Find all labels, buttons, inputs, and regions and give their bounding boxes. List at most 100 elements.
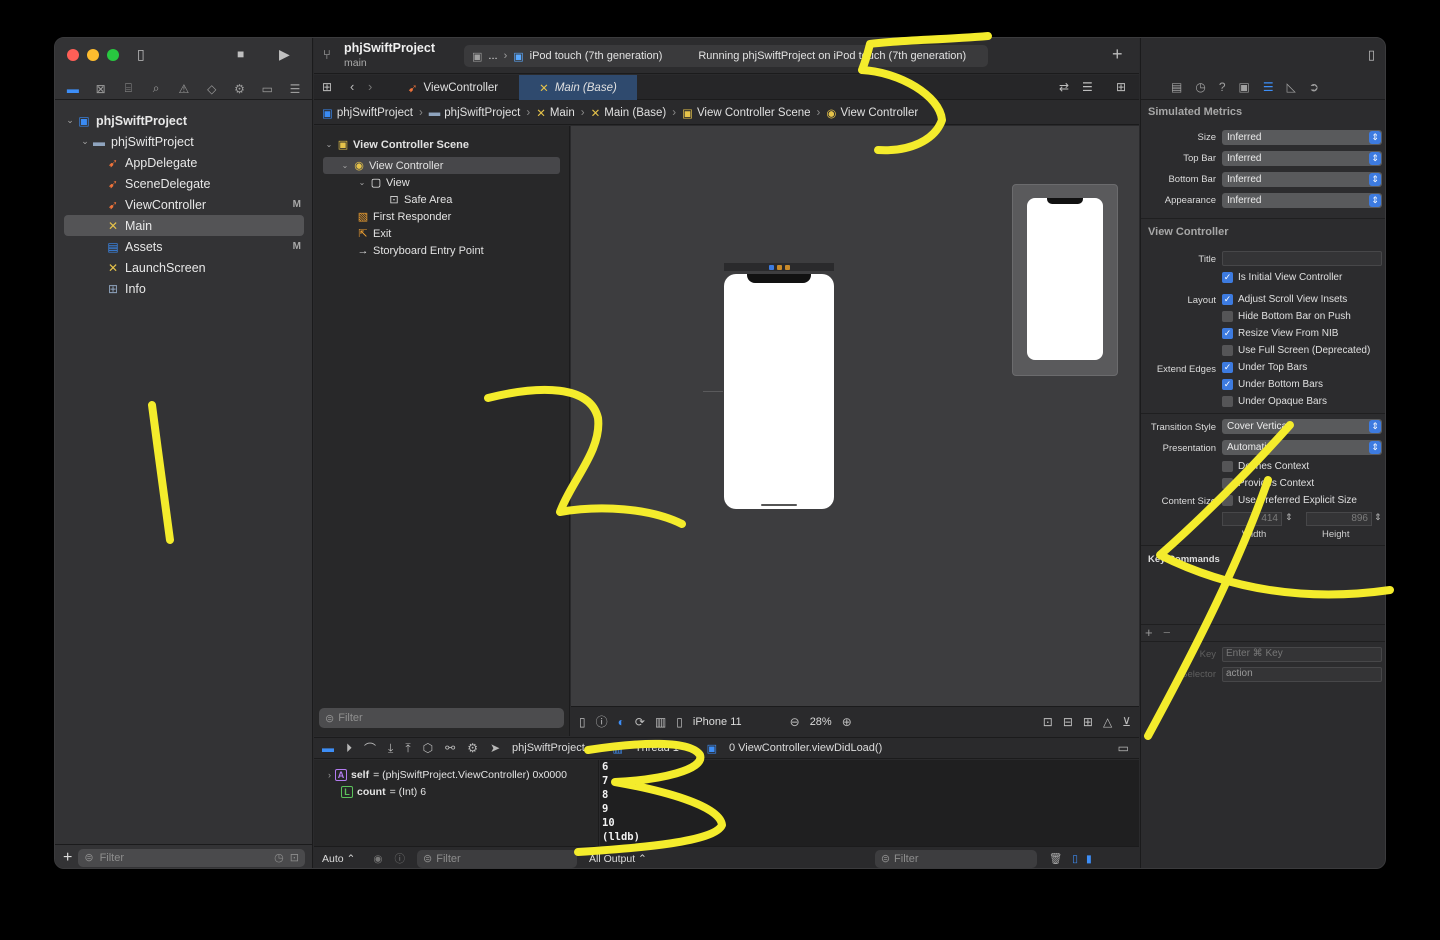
height-field[interactable]: 896 (1306, 512, 1372, 526)
add-constraints-icon[interactable]: ⊞ (1083, 715, 1093, 729)
key-field[interactable]: Enter ⌘ Key (1222, 647, 1382, 662)
connections-inspector-icon[interactable]: ➲ (1309, 80, 1319, 94)
zoom-level[interactable]: 28% (810, 716, 832, 728)
source-control-filter-icon[interactable]: ⊡ (290, 851, 299, 864)
split-icon[interactable]: ▥ (655, 715, 666, 729)
identity-inspector-icon[interactable]: ▣ (1239, 80, 1250, 94)
jump-item[interactable]: phjSwiftProject (444, 107, 520, 119)
view-hierarchy-icon[interactable]: ⬡ (423, 741, 433, 755)
title-field[interactable] (1222, 251, 1382, 266)
extend-edges-checkbox[interactable]: ✓ Under Top Bars (1222, 362, 1307, 373)
appearance-icon[interactable]: ◐ (618, 715, 625, 729)
width-stepper-icon[interactable]: ⇕ (1285, 512, 1293, 523)
related-items-icon[interactable]: ⇄ (1059, 80, 1069, 94)
jump-item[interactable]: phjSwiftProject (337, 107, 413, 119)
step-into-icon[interactable]: ⤓ (388, 741, 393, 756)
storyboard-canvas[interactable] (571, 126, 1139, 706)
eye-icon[interactable]: ◉ (373, 853, 382, 865)
outline-view-controller[interactable]: ⌄ ◉ View Controller (323, 157, 560, 174)
variables-scope-selector[interactable]: Auto ⌃ (322, 853, 355, 865)
symbol-navigator-tab-icon[interactable]: ⌸ (118, 81, 138, 96)
minimize-window-button[interactable] (87, 49, 99, 61)
run-icon[interactable]: ▶ (279, 46, 290, 63)
tree-item-main[interactable]: ✕ Main (64, 215, 304, 236)
test-navigator-tab-icon[interactable]: ◇ (202, 82, 222, 96)
report-navigator-tab-icon[interactable]: ☰ (285, 82, 305, 96)
grid-icon[interactable]: ⊞ (322, 80, 332, 94)
exit-icon[interactable] (784, 264, 790, 270)
extend-edges-checkbox[interactable]: ✓ Under Bottom Bars (1222, 379, 1323, 390)
layout-option-checkbox[interactable]: Use Full Screen (Deprecated) (1222, 345, 1370, 356)
zoom-out-icon[interactable]: ⊖ (790, 715, 800, 729)
align-icon[interactable]: ⊟ (1063, 715, 1073, 729)
add-file-button[interactable]: + (63, 849, 72, 867)
accessibility-icon[interactable]: ⓘ (596, 713, 608, 730)
chevron-down-icon[interactable]: ⌄ (340, 161, 350, 170)
layout-option-checkbox[interactable]: ✓ Adjust Scroll View Insets (1222, 294, 1347, 305)
output-selector[interactable]: All Output ⌃ (589, 853, 647, 865)
location-icon[interactable]: ➤ (490, 741, 500, 755)
branch-name[interactable]: main (344, 57, 367, 69)
debug-frame[interactable]: 0 ViewController.viewDidLoad() (729, 742, 882, 754)
close-window-button[interactable] (67, 49, 79, 61)
jump-item[interactable]: View Controller Scene (697, 107, 811, 119)
history-inspector-icon[interactable]: ◷ (1195, 80, 1205, 94)
sidebar-toggle-icon[interactable]: ▯ (137, 46, 145, 63)
outline-exit[interactable]: ⇱ Exit (314, 225, 569, 242)
step-over-icon[interactable]: ⌒ (364, 740, 376, 757)
find-navigator-tab-icon[interactable]: ⌕ (146, 81, 166, 96)
environment-icon[interactable]: ⚙ (467, 741, 478, 755)
height-stepper-icon[interactable]: ⇕ (1374, 512, 1382, 523)
context-checkbox[interactable]: Defines Context (1222, 461, 1309, 472)
inspector-toggle-icon[interactable]: ▯ (1368, 47, 1375, 63)
breakpoint-navigator-tab-icon[interactable]: ▭ (257, 82, 277, 96)
size-inspector-icon[interactable]: ◺ (1287, 80, 1296, 94)
attributes-inspector-icon[interactable]: ☰ (1263, 80, 1274, 94)
outline-entry-point[interactable]: → Storyboard Entry Point (314, 242, 569, 259)
tree-item-viewcontroller[interactable]: ➹ ViewController M (55, 194, 313, 215)
console-filter-field[interactable]: ⊜ Filter (874, 849, 1037, 868)
tab-viewcontroller[interactable]: ➹ ViewController (388, 75, 518, 100)
navigator-filter-field[interactable]: ⊜ Filter ◷ ⊡ (78, 848, 305, 867)
tree-item-launchscreen[interactable]: ✕ LaunchScreen (55, 257, 313, 278)
bottom-bar-popup[interactable]: Inferred (1222, 172, 1382, 187)
scheme-name[interactable]: ... (488, 50, 497, 62)
device-selector[interactable]: iPhone 11 (693, 716, 742, 728)
scene-dock[interactable] (724, 263, 834, 271)
transition-style-popup[interactable]: Cover Vertical (1222, 419, 1382, 434)
first-responder-icon[interactable] (776, 264, 782, 270)
variable-row[interactable]: L count = (Int) 6 (314, 783, 598, 800)
outline-filter-field[interactable]: ⊜ Filter (319, 708, 564, 728)
view-controller-icon[interactable] (768, 264, 774, 270)
remove-key-command-button[interactable]: − (1163, 625, 1171, 640)
editor-options-icon[interactable]: ☰ (1082, 80, 1093, 94)
debug-thread[interactable]: Thread 1 (635, 742, 679, 754)
stop-icon[interactable]: ■ (237, 47, 244, 61)
jump-item[interactable]: Main (550, 107, 575, 119)
help-inspector-icon[interactable]: ? (1219, 80, 1226, 94)
context-checkbox[interactable]: Provides Context (1222, 478, 1314, 489)
continue-icon[interactable]: ⏵ (346, 741, 352, 756)
console-output[interactable]: 6 7 8 9 10 (lldb) (600, 760, 1139, 846)
extend-edges-checkbox[interactable]: Under Opaque Bars (1222, 396, 1327, 407)
source-control-tab-icon[interactable]: ⊠ (91, 82, 111, 96)
tree-item-info[interactable]: ⊞ Info (55, 278, 313, 299)
tree-item-project[interactable]: ⌄ ▣ phjSwiftProject (55, 110, 313, 131)
is-initial-checkbox[interactable]: ✓ Is Initial View Controller (1222, 272, 1342, 283)
appearance-popup[interactable]: Inferred (1222, 193, 1382, 208)
project-navigator-tab-icon[interactable]: ▬ (63, 82, 83, 96)
jump-item[interactable]: View Controller (840, 107, 918, 119)
update-frames-icon[interactable]: ⊡ (1043, 715, 1053, 729)
selector-field[interactable]: action (1222, 667, 1382, 682)
tree-item-appdelegate[interactable]: ➹ AppDelegate (55, 152, 313, 173)
resolve-issues-icon[interactable]: △ (1103, 715, 1112, 729)
add-editor-icon[interactable]: ⊞ (1116, 80, 1126, 94)
chevron-right-icon[interactable]: › (328, 770, 331, 780)
file-inspector-icon[interactable]: ▤ (1171, 80, 1182, 94)
debug-navigator-tab-icon[interactable]: ⚙ (229, 82, 249, 96)
show-variables-icon[interactable]: ▯ (1072, 853, 1078, 865)
size-popup[interactable]: Inferred (1222, 130, 1382, 145)
zoom-window-button[interactable] (107, 49, 119, 61)
content-size-checkbox[interactable]: Use Preferred Explicit Size (1222, 495, 1357, 506)
step-out-icon[interactable]: ⤒ (405, 741, 410, 756)
